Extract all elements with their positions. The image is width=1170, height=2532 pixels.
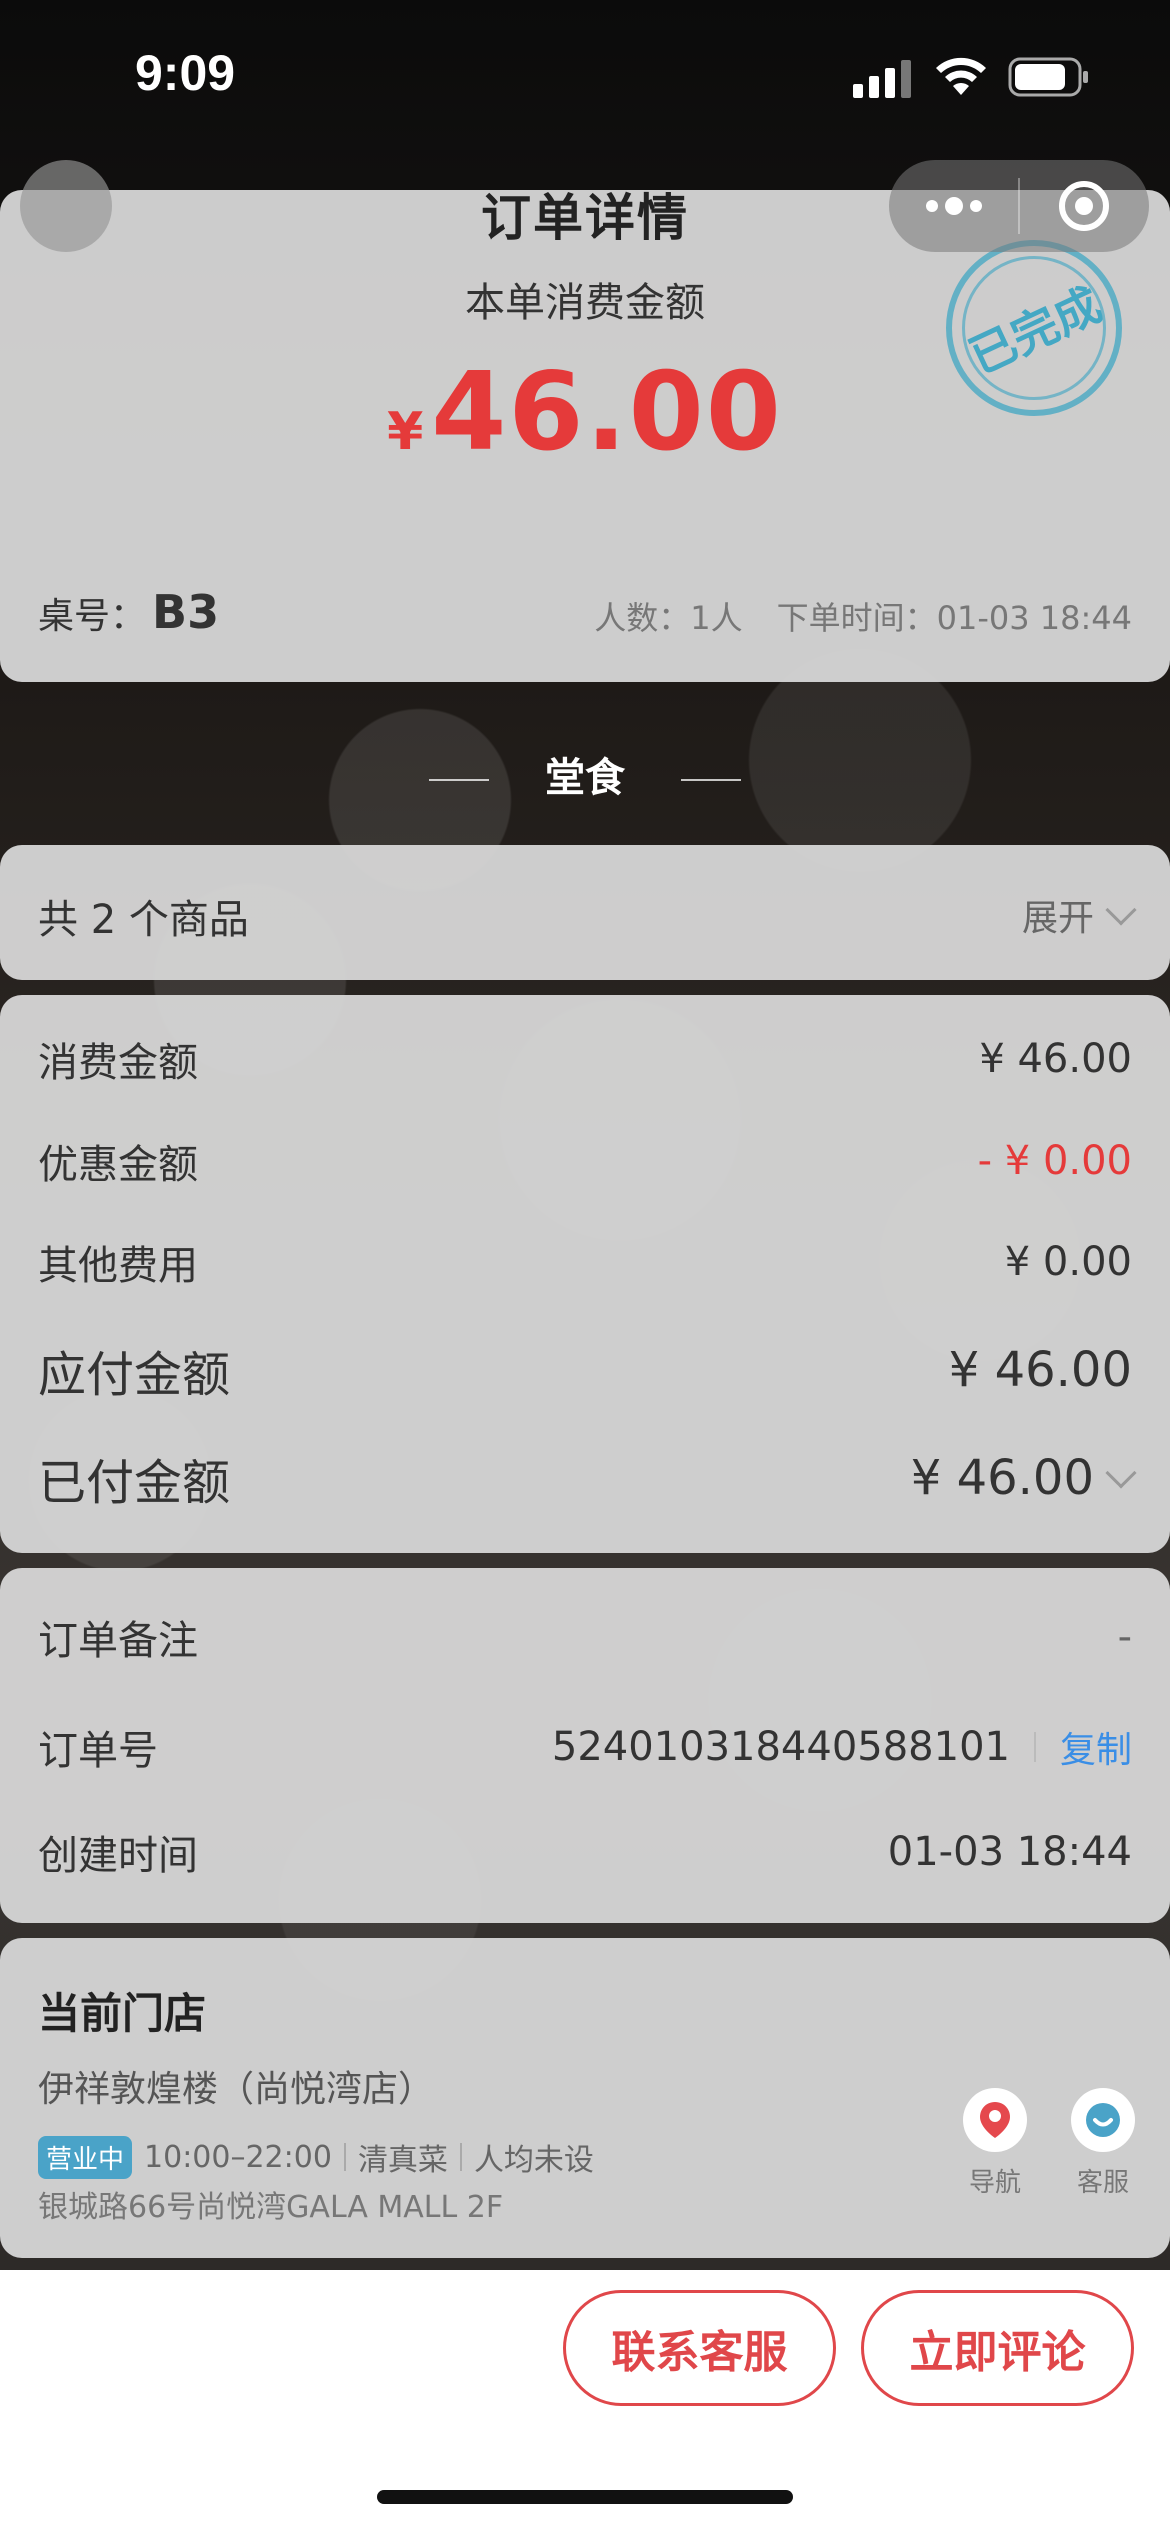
chat-bubble-icon — [1071, 2088, 1135, 2152]
created-time-label: 创建时间 — [38, 1833, 198, 1879]
status-bar: 9:09 — [0, 0, 1170, 150]
people-count: 人数：1人 — [594, 599, 743, 637]
more-button[interactable] — [889, 160, 1018, 252]
map-pin-icon — [963, 2088, 1027, 2152]
goods-card[interactable]: 共 2 个商品 展开 — [0, 845, 1170, 980]
fee-row-consumption: 消费金额 ¥ 46.00 — [38, 1030, 1132, 1088]
fee-label: 优惠金额 — [38, 1142, 198, 1188]
fee-value: - ¥ 0.00 — [977, 1138, 1132, 1184]
created-time-value: 01-03 18:44 — [887, 1829, 1132, 1875]
write-review-button[interactable]: 立即评论 — [861, 2290, 1134, 2406]
store-heading: 当前门店 — [38, 1989, 207, 2038]
chevron-down-icon — [1105, 894, 1137, 926]
section-title: 堂食 — [545, 755, 625, 801]
created-time-row: 创建时间 01-03 18:44 — [38, 1823, 1132, 1881]
copy-button[interactable]: 复制 — [1060, 1721, 1132, 1773]
open-status-badge: 营业中 — [38, 2135, 133, 2179]
fee-label: 消费金额 — [38, 1040, 198, 1086]
target-close-icon — [1059, 181, 1110, 231]
fee-value: ¥ 0.00 — [1004, 1239, 1132, 1285]
goods-count: 共 2 个商品 — [38, 897, 249, 943]
fee-row-other: 其他费用 ¥ 0.00 — [38, 1233, 1132, 1291]
store-address: 银城路66号尚悦湾GALA MALL 2F — [38, 2190, 504, 2225]
store-cuisine: 清真菜 — [357, 2143, 448, 2178]
fee-label: 其他费用 — [38, 1243, 198, 1289]
order-meta: 人数：1人 下单时间：01-03 18:44 — [594, 593, 1132, 639]
fee-value: ¥ 46.00 — [948, 1342, 1132, 1398]
order-number-row: 订单号 524010318440588101 复制 — [38, 1718, 1132, 1776]
remark-value: - — [1117, 1614, 1132, 1660]
chevron-down-icon — [1105, 1457, 1137, 1489]
fee-row-paid[interactable]: 已付金额 ¥ 46.00 — [38, 1443, 1137, 1513]
customer-service-label: 客服 — [1076, 2168, 1129, 2198]
wifi-icon — [936, 57, 986, 95]
back-button[interactable] — [20, 160, 112, 252]
amount-value: 46.00 — [431, 350, 783, 475]
fee-value: ¥ 46.00 — [979, 1036, 1132, 1082]
dine-in-heading: 堂食 — [0, 745, 1170, 803]
table-label: 桌号： — [38, 596, 147, 637]
navigation-button[interactable]: 导航 — [955, 2088, 1035, 2199]
fee-row-discount: 优惠金额 - ¥ 0.00 — [38, 1132, 1132, 1190]
contact-service-button[interactable]: 联系客服 — [563, 2290, 836, 2406]
navigation-label: 导航 — [968, 2168, 1021, 2198]
expand-button[interactable]: 展开 — [1021, 889, 1137, 941]
customer-service-button[interactable]: 客服 — [1063, 2088, 1143, 2199]
fee-label: 应付金额 — [38, 1347, 231, 1403]
close-miniprogram-button[interactable] — [1020, 160, 1149, 252]
currency-symbol: ¥ — [387, 402, 424, 462]
cellular-signal-icon — [853, 60, 911, 98]
order-number-value: 524010318440588101 — [551, 1724, 1010, 1770]
order-number-label: 订单号 — [38, 1728, 158, 1774]
table-number: 桌号： B3 — [38, 585, 219, 639]
fee-row-payable: 应付金额 ¥ 46.00 — [38, 1335, 1132, 1405]
order-summary-card: 本单消费金额 ¥46.00 已完成 桌号： B3 人数：1人 下单时间：01-03 … — [0, 190, 1170, 682]
more-dots-icon — [925, 197, 982, 215]
remark-label: 订单备注 — [38, 1618, 198, 1664]
fee-card: 消费金额 ¥ 46.00 优惠金额 - ¥ 0.00 其他费用 ¥ 0.00 应… — [0, 995, 1170, 1553]
store-card: 当前门店 伊祥敦煌楼（尚悦湾店） 营业中 10:00–22:00 清真菜 人均未… — [0, 1938, 1170, 2258]
table-value: B3 — [152, 585, 220, 639]
fee-value: ¥ 46.00 — [910, 1450, 1094, 1506]
order-info-card: 订单备注 - 订单号 524010318440588101 复制 创建时间 01… — [0, 1568, 1170, 1923]
store-avg-price: 人均未设 — [473, 2143, 594, 2178]
stamp-text: 已完成 — [961, 277, 1110, 385]
miniprogram-capsule — [889, 160, 1149, 252]
store-name[interactable]: 伊祥敦煌楼（尚悦湾店） — [38, 2060, 434, 2112]
expand-label: 展开 — [1021, 898, 1094, 939]
home-indicator — [377, 2490, 793, 2504]
completed-stamp: 已完成 — [946, 240, 1122, 416]
store-hours: 10:00–22:00 — [144, 2139, 332, 2175]
store-status-line: 营业中 10:00–22:00 清真菜 人均未设 — [38, 2135, 594, 2179]
order-time: 下单时间：01-03 18:44 — [776, 599, 1132, 637]
battery-icon — [1008, 57, 1088, 97]
fee-label: 已付金额 — [38, 1455, 231, 1511]
remark-row: 订单备注 - — [38, 1608, 1132, 1666]
status-time: 9:09 — [135, 45, 236, 101]
